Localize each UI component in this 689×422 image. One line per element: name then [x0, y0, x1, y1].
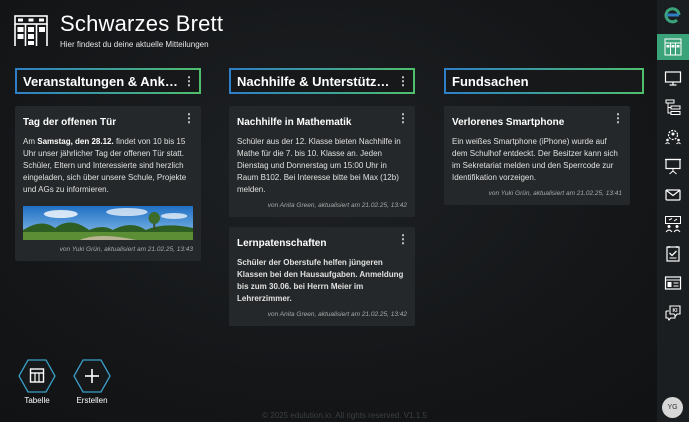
- card-body: Schüler der Oberstufe helfen jüngeren Kl…: [237, 258, 404, 303]
- sidebar-item-survey[interactable]: [660, 241, 686, 267]
- survey-icon: [666, 246, 680, 262]
- create-label: Erstellen: [76, 396, 108, 405]
- user-avatar[interactable]: YG: [662, 397, 683, 418]
- svg-text:KI: KI: [673, 308, 679, 314]
- header-titles: Schwarzes Brett Hier findest du deine ak…: [60, 11, 224, 50]
- page-subtitle: Hier findest du deine aktuelle Mitteilun…: [60, 40, 209, 49]
- card-body: Schüler aus der 12. Klasse bieten Nachhi…: [237, 137, 401, 194]
- announcement-card[interactable]: ⋮ Verlorenes Smartphone Ein weißes Smart…: [444, 106, 630, 205]
- sidebar-item-structure[interactable]: [660, 94, 686, 120]
- card-body-text: Am: [23, 137, 38, 146]
- sidebar-item-monitor[interactable]: [660, 65, 686, 91]
- mail-icon: [665, 189, 681, 201]
- bulletin-board-icon: [14, 15, 48, 46]
- edulution-logo[interactable]: [664, 6, 682, 24]
- card-title: Lernpatenschaften: [237, 238, 327, 249]
- table-icon[interactable]: [18, 359, 56, 393]
- column-events: Veranstaltungen & Ankündigungen ⋮ ⋮ Tag …: [15, 68, 201, 261]
- sidebar-item-admin[interactable]: [660, 123, 686, 149]
- card-menu-button[interactable]: ⋮: [183, 112, 195, 124]
- presentation-icon: [665, 158, 681, 175]
- column-header: Fundsachen: [444, 68, 644, 94]
- card-body: Am Samstag, den 28.12. findet von 10 bis…: [23, 136, 193, 196]
- column-title: Fundsachen: [452, 73, 529, 89]
- org-chart-icon: [665, 99, 681, 115]
- dashboard-icon: [664, 276, 682, 290]
- announcement-card[interactable]: ⋮ Tag der offenen Tür Am Samstag, den 28…: [15, 106, 201, 261]
- sidebar: KI YG: [657, 0, 689, 422]
- column-menu-button[interactable]: ⋮: [397, 75, 409, 87]
- footer-copyright: © 2025 edulution.io. All rights reserved…: [262, 411, 427, 420]
- column-menu-button[interactable]: ⋮: [183, 75, 195, 87]
- sidebar-item-chat-ki[interactable]: KI: [660, 300, 686, 326]
- create-action[interactable]: Erstellen: [72, 359, 112, 405]
- column-lost-found: Fundsachen ⋮ Verlorenes Smartphone Ein w…: [444, 68, 644, 205]
- page-title: Schwarzes Brett: [60, 11, 224, 36]
- chat-ki-icon: KI: [665, 305, 681, 322]
- column-title: Veranstaltungen & Ankündigungen: [23, 73, 183, 89]
- page-header: Schwarzes Brett Hier findest du deine ak…: [14, 12, 223, 49]
- card-menu-button[interactable]: ⋮: [397, 233, 409, 245]
- table-action[interactable]: Tabelle: [17, 359, 57, 405]
- column-tutoring: Nachhilfe & Unterstützung ⋮ ⋮ Nachhilfe …: [229, 68, 415, 326]
- column-title: Nachhilfe & Unterstützung: [237, 73, 397, 89]
- sidebar-item-presentation[interactable]: [660, 153, 686, 179]
- panorama-image: [23, 206, 193, 240]
- card-title: Verlorenes Smartphone: [452, 117, 565, 128]
- card-title: Nachhilfe in Mathematik: [237, 117, 352, 128]
- table-label: Tabelle: [24, 396, 50, 405]
- card-meta: von Yuki Grün, aktualisiert am 21.02.25,…: [488, 190, 622, 197]
- classroom-icon: [665, 216, 681, 233]
- card-meta: von Anita Green, aktualisiert am 21.02.2…: [267, 311, 407, 318]
- card-menu-button[interactable]: ⋮: [612, 112, 624, 124]
- card-body: Ein weißes Smartphone (iPhone) wurde auf…: [452, 137, 618, 182]
- app: Schwarzes Brett Hier findest du deine ak…: [0, 0, 657, 422]
- card-title: Tag der offenen Tür: [23, 117, 117, 128]
- sidebar-item-bulletin-board[interactable]: [657, 34, 689, 60]
- card-menu-button[interactable]: ⋮: [397, 112, 409, 124]
- sidebar-item-classroom[interactable]: [660, 211, 686, 237]
- column-header: Veranstaltungen & Ankündigungen ⋮: [15, 68, 201, 94]
- plus-icon[interactable]: [73, 359, 111, 393]
- card-meta: von Anita Green, aktualisiert am 21.02.2…: [267, 202, 407, 209]
- sidebar-item-dashboard[interactable]: [660, 270, 686, 296]
- announcement-card[interactable]: ⋮ Nachhilfe in Mathematik Schüler aus de…: [229, 106, 415, 217]
- card-body-bold: Samstag, den 28.12.: [37, 137, 114, 146]
- bulletin-board-icon: [664, 38, 682, 56]
- monitor-icon: [664, 71, 682, 86]
- sidebar-item-mail[interactable]: [660, 182, 686, 208]
- settings-people-icon: [665, 129, 681, 145]
- card-meta: von Yuki Grün, aktualisiert am 21.02.25,…: [59, 246, 193, 253]
- column-header: Nachhilfe & Unterstützung ⋮: [229, 68, 415, 94]
- announcement-card[interactable]: ⋮ Lernpatenschaften Schüler der Oberstuf…: [229, 227, 415, 326]
